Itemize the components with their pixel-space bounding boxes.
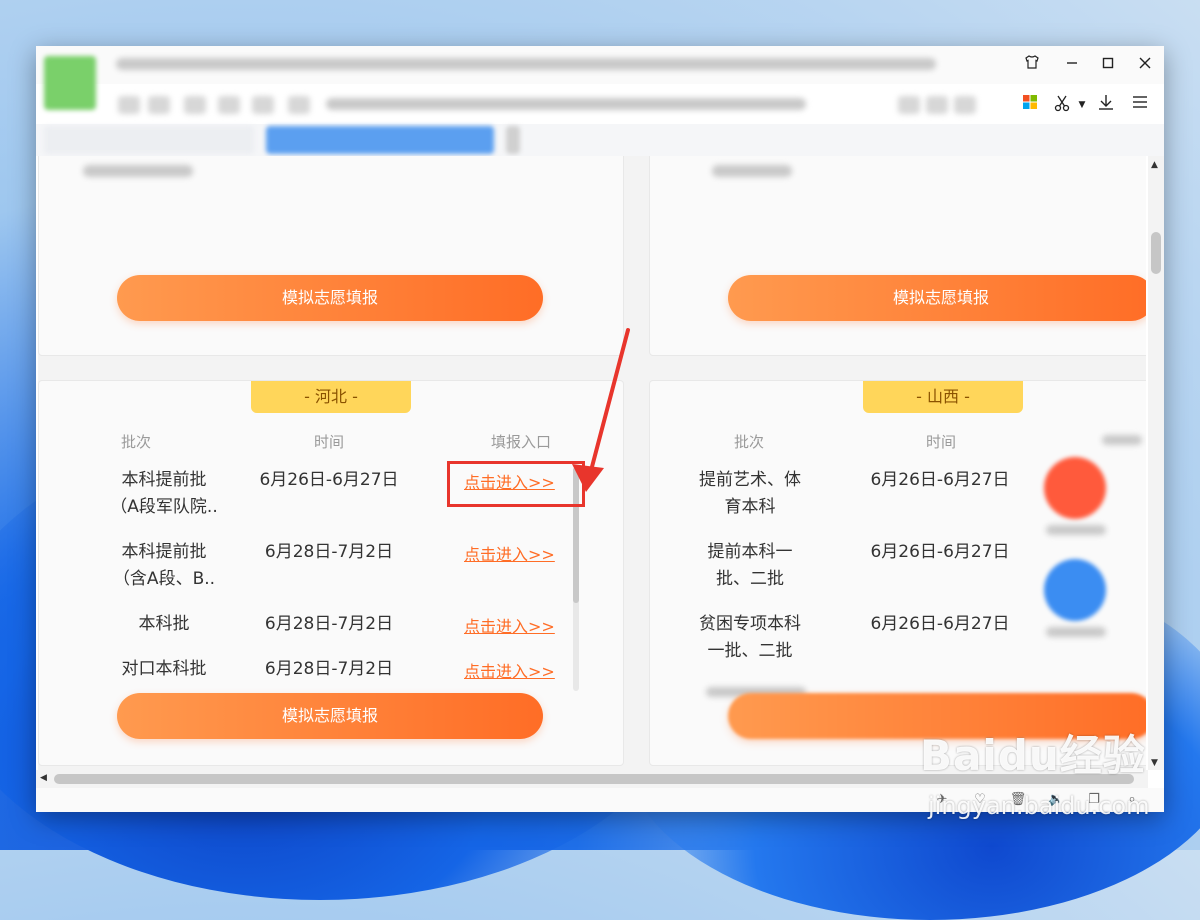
star-icon[interactable] xyxy=(954,96,976,114)
column-header-time: 时间 xyxy=(926,433,957,451)
scroll-left-icon[interactable]: ◀ xyxy=(40,773,47,783)
column-header-batch: 批次 xyxy=(121,433,152,451)
close-icon[interactable] xyxy=(1133,54,1157,76)
address-bar[interactable] xyxy=(326,98,806,110)
minimize-icon[interactable] xyxy=(1060,54,1084,76)
enter-link-row-3[interactable]: 点击进入>> xyxy=(464,613,555,637)
table-cell-batch: 本科提前批 （A段军队院.. xyxy=(110,470,218,517)
column-header-batch: 批次 xyxy=(734,433,765,451)
undo-icon[interactable] xyxy=(252,96,274,114)
card-hebei: - 河北 - 批次 时间 填报入口 本科提前批 （A段军队院.. 6月26日-6… xyxy=(38,380,624,766)
floating-label-blurred xyxy=(1046,627,1106,637)
card-top-right: 模拟志愿填报 xyxy=(649,156,1146,356)
card-top-left-heading xyxy=(83,165,193,177)
table-cell-batch: 本科批 xyxy=(138,614,190,634)
back-icon[interactable] xyxy=(118,96,140,114)
table-cell-time: 6月28日-7月2日 xyxy=(264,659,394,679)
download-icon[interactable] xyxy=(1094,94,1118,116)
tab-active[interactable] xyxy=(266,126,494,154)
table-cell-time: 6月28日-7月2日 xyxy=(264,614,394,634)
window-title-blurred xyxy=(116,58,936,70)
forward-icon[interactable] xyxy=(148,96,170,114)
maximize-icon[interactable] xyxy=(1096,54,1120,76)
menu-icon[interactable] xyxy=(1128,94,1152,116)
table-cell-batch: 提前艺术、体 育本科 xyxy=(699,470,801,517)
table-cell-time: 6月26日-6月27日 xyxy=(870,614,1010,634)
province-tag-shanxi: - 山西 - xyxy=(863,381,1023,413)
floating-avatar-icon[interactable] xyxy=(1044,457,1106,519)
simulate-volunteer-button-top-left[interactable]: 模拟志愿填报 xyxy=(117,275,543,321)
table-cell-time: 6月28日-7月2日 xyxy=(264,542,394,562)
card-shanxi: - 山西 - 批次 时间 提前艺术、体 育本科 6月26日-6月27日 提前本科… xyxy=(649,380,1146,766)
favorites-icon[interactable] xyxy=(288,96,310,114)
scissors-dropdown-icon[interactable]: ▼ xyxy=(1070,94,1094,116)
apps-icon[interactable] xyxy=(1018,94,1042,116)
baidu-watermark: Baidu经验 jingyan.baidu.com xyxy=(920,722,1180,832)
table-cell-batch: 提前本科一 批、二批 xyxy=(707,542,793,589)
table-cell-time: 6月26日-6月27日 xyxy=(259,470,399,490)
card-top-right-heading xyxy=(712,165,792,177)
watermark-url: jingyan.baidu.com xyxy=(928,792,1150,820)
table-cell-batch: 本科提前批 （含A段、B.. xyxy=(112,542,216,589)
addr-tool-icon[interactable] xyxy=(898,96,920,114)
column-header-entry: 填报入口 xyxy=(491,433,552,451)
page-viewport: 模拟志愿填报 模拟志愿填报 - 河北 - 批次 时间 填报入口 本科提前批 （A… xyxy=(38,156,1146,770)
shirt-icon[interactable] xyxy=(1020,54,1044,76)
scroll-up-icon[interactable]: ▲ xyxy=(1151,160,1158,170)
table-cell-time: 6月26日-6月27日 xyxy=(870,542,1010,562)
table-cell-time: 6月26日-6月27日 xyxy=(870,470,1010,490)
simulate-volunteer-button-hebei[interactable]: 模拟志愿填报 xyxy=(117,693,543,739)
floating-chat-icon[interactable] xyxy=(1044,559,1106,621)
province-tag-hebei: - 河北 - xyxy=(251,381,411,413)
new-tab-button[interactable] xyxy=(506,126,520,154)
tab-inactive[interactable] xyxy=(44,126,254,154)
floating-label-blurred xyxy=(1046,525,1106,535)
addr-tool-icon-2[interactable] xyxy=(926,96,948,114)
table-cell-batch: 对口本科批 xyxy=(121,659,207,679)
simulate-volunteer-button-top-right[interactable]: 模拟志愿填报 xyxy=(728,275,1146,321)
card-top-left: 模拟志愿填报 xyxy=(38,156,624,356)
enter-link-row-2[interactable]: 点击进入>> xyxy=(464,541,555,565)
watermark-brand: Baidu经验 xyxy=(920,731,1146,780)
browser-window: ▼ 模拟志愿填报 模拟志愿填报 - 河北 - 批次 时间 填报入口 本科提前批 … xyxy=(36,46,1164,812)
annotation-arrow-icon xyxy=(572,328,630,492)
column-header-time: 时间 xyxy=(314,433,345,451)
enter-link-row-4[interactable]: 点击进入>> xyxy=(464,658,555,682)
table-cell-batch: 贫困专项本科 一批、二批 xyxy=(699,614,801,661)
vertical-scrollbar[interactable]: ▲ ▼ xyxy=(1148,156,1164,770)
column-header-entry-blurred xyxy=(1102,435,1142,445)
vertical-scroll-thumb[interactable] xyxy=(1151,232,1161,274)
refresh-icon[interactable] xyxy=(184,96,206,114)
home-icon[interactable] xyxy=(218,96,240,114)
